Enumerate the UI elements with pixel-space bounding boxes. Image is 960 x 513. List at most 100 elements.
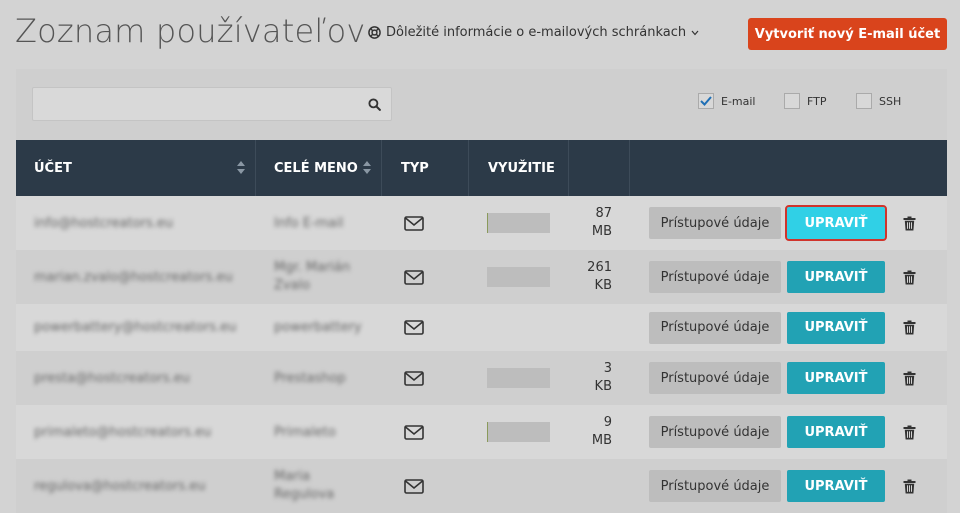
envelope-icon bbox=[404, 424, 424, 440]
full-name-cell: Info E-mail bbox=[274, 196, 384, 250]
full-name: Info E-mail bbox=[274, 215, 344, 231]
full-name-cell: Mgr. Marián Zvalo bbox=[274, 250, 384, 304]
search-icon bbox=[367, 97, 381, 111]
sort-icon bbox=[363, 161, 371, 174]
delete-button[interactable] bbox=[903, 425, 917, 441]
important-info-dropdown[interactable]: Dôležité informácie o e-mailových schrán… bbox=[368, 25, 699, 40]
type-email-cell bbox=[404, 370, 424, 390]
trash-icon bbox=[903, 270, 916, 284]
account-email[interactable]: powerbattery@hostcreators.eu bbox=[34, 304, 254, 351]
access-details-button[interactable]: Prístupové údaje bbox=[649, 311, 781, 344]
trash-icon bbox=[903, 479, 916, 493]
envelope-icon bbox=[404, 269, 424, 285]
full-name-cell: Maria Regulova bbox=[274, 459, 384, 513]
account-email[interactable]: regulova@hostcreators.eu bbox=[34, 459, 254, 513]
search-button[interactable] bbox=[357, 88, 391, 120]
type-email-cell bbox=[404, 478, 424, 498]
trash-icon bbox=[903, 425, 916, 439]
usage-size: 87 MB bbox=[564, 205, 612, 241]
filter-label: FTP bbox=[807, 94, 827, 108]
envelope-icon bbox=[404, 215, 424, 231]
column-label: CELÉ MENO bbox=[274, 160, 358, 176]
email-checkbox[interactable] bbox=[698, 93, 714, 109]
trash-icon bbox=[903, 320, 916, 335]
size-value: 9 bbox=[603, 415, 612, 430]
edit-button[interactable]: UPRAVIŤ bbox=[787, 362, 885, 394]
type-email-cell bbox=[404, 215, 424, 235]
sort-icon bbox=[237, 161, 245, 174]
type-email-cell bbox=[404, 269, 424, 289]
full-name-cell: Prestashop bbox=[274, 351, 384, 405]
edit-button[interactable]: UPRAVIŤ bbox=[787, 470, 885, 502]
full-name: Prestashop bbox=[274, 370, 346, 386]
account-email[interactable]: presta@hostcreators.eu bbox=[34, 351, 254, 405]
type-email-cell bbox=[404, 320, 424, 339]
create-email-account-button[interactable]: Vytvoriť nový E-mail účet bbox=[748, 18, 947, 50]
edit-button[interactable]: UPRAVIŤ bbox=[787, 416, 885, 448]
usage-bar bbox=[487, 213, 550, 233]
access-details-button[interactable]: Prístupové údaje bbox=[649, 207, 781, 239]
filter-label: SSH bbox=[879, 94, 902, 108]
edit-button[interactable]: UPRAVIŤ bbox=[787, 311, 885, 344]
delete-button[interactable] bbox=[903, 371, 917, 387]
info-link-label: Dôležité informácie o e-mailových schrán… bbox=[386, 25, 687, 40]
usage-size: 3 KB bbox=[564, 360, 612, 396]
filter-ftp[interactable]: FTP bbox=[784, 93, 827, 109]
table-row: info@hostcreators.eu Info E-mail 87 MB Príst… bbox=[16, 196, 947, 250]
type-email-cell bbox=[404, 424, 424, 444]
usage-bar bbox=[487, 368, 550, 388]
column-size bbox=[569, 140, 630, 196]
column-account[interactable]: ÚČET bbox=[16, 140, 256, 196]
access-details-button[interactable]: Prístupové údaje bbox=[649, 362, 781, 394]
size-unit: MB bbox=[591, 433, 612, 448]
full-name-line: Zvalo bbox=[274, 278, 311, 293]
filter-email[interactable]: E-mail bbox=[698, 93, 756, 109]
column-label: ÚČET bbox=[34, 160, 72, 176]
column-label: VYUŽITIE bbox=[488, 160, 555, 176]
size-value: 261 bbox=[587, 260, 612, 275]
full-name: Primaleto bbox=[274, 424, 336, 440]
ftp-checkbox[interactable] bbox=[784, 93, 800, 109]
delete-button[interactable] bbox=[903, 270, 917, 286]
delete-button[interactable] bbox=[903, 216, 917, 232]
account-email-text: presta@hostcreators.eu bbox=[34, 370, 190, 386]
usage-bar bbox=[487, 422, 550, 442]
column-actions bbox=[630, 140, 947, 196]
usage-bar bbox=[487, 267, 550, 287]
usage-size: 261 KB bbox=[564, 259, 612, 295]
column-full-name[interactable]: CELÉ MENO bbox=[256, 140, 382, 196]
edit-button[interactable]: UPRAVIŤ bbox=[787, 261, 885, 293]
full-name-line: Regulova bbox=[274, 487, 335, 502]
usage-size: 9 MB bbox=[564, 414, 612, 450]
chevron-down-icon bbox=[691, 30, 699, 35]
lifebuoy-icon bbox=[368, 26, 381, 39]
account-email-text: powerbattery@hostcreators.eu bbox=[34, 320, 237, 335]
search-input[interactable] bbox=[33, 88, 373, 120]
size-unit: KB bbox=[594, 379, 612, 394]
trash-icon bbox=[903, 216, 916, 230]
ssh-checkbox[interactable] bbox=[856, 93, 872, 109]
column-usage: VYUŽITIE bbox=[469, 140, 569, 196]
size-unit: KB bbox=[594, 278, 612, 293]
account-email-text: regulova@hostcreators.eu bbox=[34, 478, 206, 494]
table-row: powerbattery@hostcreators.eu powerbattery… bbox=[16, 304, 947, 351]
size-unit: MB bbox=[591, 224, 612, 239]
full-name: powerbattery bbox=[274, 320, 362, 335]
delete-button[interactable] bbox=[903, 479, 917, 495]
edit-button[interactable]: UPRAVIŤ bbox=[785, 205, 887, 241]
table-row: primaleto@hostcreators.eu Primaleto 9 MB Prí… bbox=[16, 405, 947, 459]
checkmark-icon bbox=[700, 96, 712, 106]
search-box bbox=[32, 87, 392, 121]
filter-ssh[interactable]: SSH bbox=[856, 93, 901, 109]
access-details-button[interactable]: Prístupové údaje bbox=[649, 416, 781, 448]
top-bar: Zoznam používateľov Dôležité informácie … bbox=[0, 0, 960, 68]
delete-button[interactable] bbox=[903, 320, 917, 336]
full-name-cell: powerbattery bbox=[274, 304, 384, 351]
account-email-text: primaleto@hostcreators.eu bbox=[34, 424, 212, 440]
access-details-button[interactable]: Prístupové údaje bbox=[649, 261, 781, 293]
access-details-button[interactable]: Prístupové údaje bbox=[649, 470, 781, 502]
account-email[interactable]: info@hostcreators.eu bbox=[34, 196, 254, 250]
account-email[interactable]: primaleto@hostcreators.eu bbox=[34, 405, 254, 459]
account-email[interactable]: marian.zvalo@hostcreators.eu bbox=[34, 250, 254, 304]
filter-label: E-mail bbox=[721, 94, 756, 108]
